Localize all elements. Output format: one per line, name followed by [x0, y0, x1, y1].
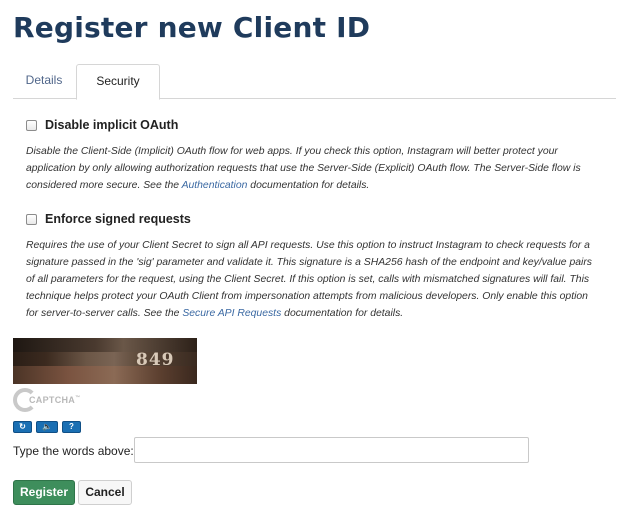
register-button[interactable]: Register	[13, 480, 75, 505]
tab-security[interactable]: Security	[76, 64, 160, 100]
disable-implicit-oauth-label[interactable]: Disable implicit OAuth	[45, 118, 178, 132]
captcha-input-label: Type the words above:	[13, 444, 134, 458]
page-title: Register new Client ID	[13, 11, 371, 44]
secure-api-requests-link[interactable]: Secure API Requests	[182, 308, 281, 319]
enforce-signed-requests-option: Enforce signed requests	[26, 212, 191, 226]
captcha-image: 849	[13, 338, 197, 384]
refresh-icon[interactable]: ↻	[13, 421, 32, 433]
cancel-button[interactable]: Cancel	[78, 480, 132, 505]
speaker-icon[interactable]: 🔈	[36, 421, 58, 433]
recaptcha-logo: CAPTCHA™	[13, 386, 103, 414]
disable-implicit-oauth-checkbox[interactable]	[26, 119, 37, 131]
help-icon[interactable]: ?	[62, 421, 81, 433]
authentication-link[interactable]: Authentication	[182, 180, 248, 191]
enforce-signed-requests-label[interactable]: Enforce signed requests	[45, 212, 191, 226]
disable-implicit-oauth-description: Disable the Client-Side (Implicit) OAuth…	[26, 146, 581, 191]
enforce-signed-requests-checkbox[interactable]	[26, 213, 37, 225]
enforce-signed-requests-description: Requires the use of your Client Secret t…	[26, 240, 592, 319]
tab-bar: Details Security	[13, 64, 616, 100]
captcha-image-text: 849	[136, 350, 175, 370]
captcha-controls: ↻ 🔈 ?	[13, 421, 81, 433]
disable-implicit-oauth-option: Disable implicit OAuth	[26, 118, 178, 132]
tab-details[interactable]: Details	[13, 64, 75, 99]
captcha-input[interactable]	[134, 437, 529, 463]
